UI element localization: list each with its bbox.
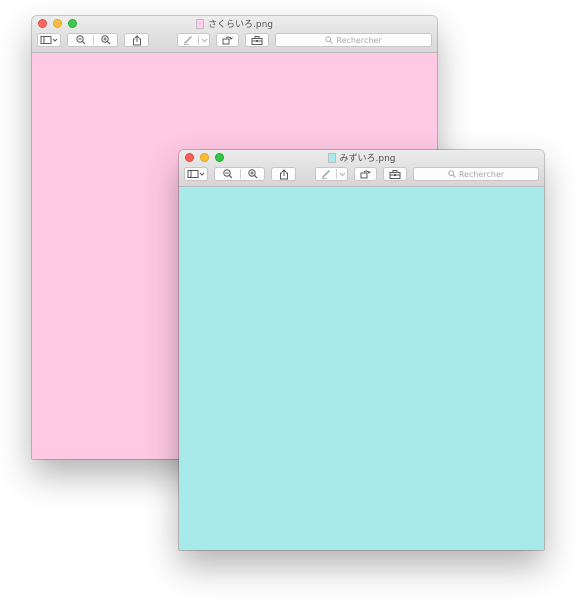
- share-icon: [279, 168, 288, 179]
- toolbox-button[interactable]: [383, 167, 407, 181]
- image-canvas[interactable]: [179, 187, 544, 550]
- divider: [240, 169, 241, 179]
- zoom-out-icon[interactable]: [223, 169, 233, 179]
- zoom-out-icon[interactable]: [76, 35, 86, 45]
- zoom-button-group: [67, 33, 118, 47]
- markup-button[interactable]: [315, 167, 348, 181]
- toolbox-button[interactable]: [245, 33, 269, 47]
- window-title-text: みずいろ.png: [339, 154, 396, 164]
- rotate-icon: [222, 36, 233, 45]
- search-placeholder: Rechercher: [336, 35, 382, 45]
- sidebar-view-button[interactable]: [184, 167, 208, 181]
- divider: [198, 35, 199, 45]
- zoom-button-group: [214, 167, 265, 181]
- markup-pen-icon: [183, 35, 193, 45]
- rotate-button[interactable]: [216, 33, 239, 47]
- titlebar[interactable]: さくらいろ.png Rechercher: [32, 16, 437, 53]
- sidebar-icon: [187, 170, 205, 178]
- toolbox-icon: [251, 35, 263, 45]
- document-proxy-icon[interactable]: [327, 152, 336, 163]
- zoom-in-icon[interactable]: [101, 35, 111, 45]
- window-title: さくらいろ.png: [32, 17, 437, 30]
- chevron-down-icon: [339, 172, 346, 177]
- share-button[interactable]: [271, 167, 296, 181]
- markup-button[interactable]: [177, 33, 210, 47]
- sidebar-view-button[interactable]: [37, 33, 61, 47]
- divider: [93, 35, 94, 45]
- search-field[interactable]: Rechercher: [413, 167, 539, 181]
- window-title-text: さくらいろ.png: [208, 20, 273, 30]
- search-icon: [325, 36, 334, 44]
- rotate-button[interactable]: [354, 167, 377, 181]
- markup-pen-icon: [321, 169, 331, 179]
- rotate-icon: [360, 170, 371, 179]
- search-icon: [448, 170, 456, 178]
- share-icon: [132, 34, 141, 45]
- sidebar-icon: [40, 36, 58, 44]
- window-title: みずいろ.png: [179, 151, 544, 164]
- toolbox-icon: [389, 169, 401, 179]
- chevron-down-icon: [201, 38, 208, 43]
- search-placeholder: Rechercher: [458, 169, 505, 179]
- titlebar[interactable]: みずいろ.png Rechercher: [179, 150, 544, 187]
- divider: [336, 169, 337, 179]
- zoom-in-icon[interactable]: [248, 169, 258, 179]
- document-proxy-icon[interactable]: [196, 18, 204, 29]
- share-button[interactable]: [124, 33, 149, 47]
- preview-window-mizuiro[interactable]: みずいろ.png Rechercher: [179, 150, 544, 550]
- search-field[interactable]: Rechercher: [275, 33, 432, 47]
